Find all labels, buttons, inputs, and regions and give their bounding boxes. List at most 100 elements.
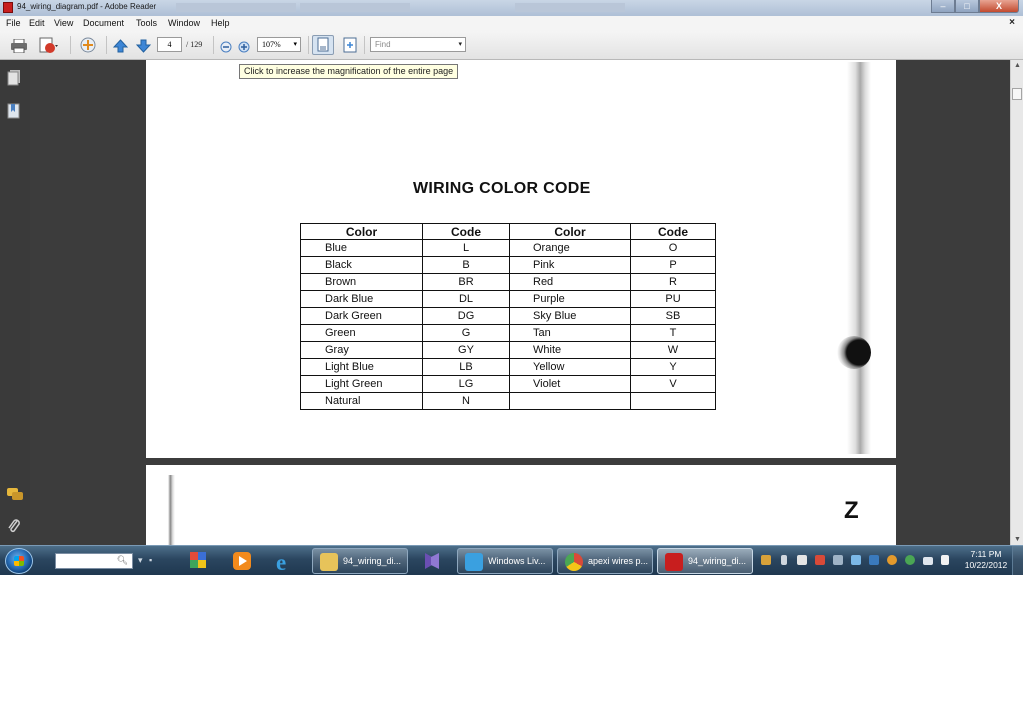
close-button[interactable]: X: [979, 0, 1019, 13]
menu-view[interactable]: View: [54, 18, 73, 28]
menu-edit[interactable]: Edit: [29, 18, 45, 28]
tray-display-icon[interactable]: [833, 555, 843, 565]
zoom-in-icon[interactable]: [238, 40, 250, 53]
table-row: Dark Green DG Sky Blue SB: [300, 307, 716, 325]
windows-logo-icon: [14, 556, 24, 566]
action-center-flag-icon[interactable]: [941, 555, 949, 565]
collaborate-icon[interactable]: [78, 37, 98, 54]
cell-color: Gray: [300, 341, 423, 359]
taskbar-button-windows-live[interactable]: Windows Liv...: [457, 548, 553, 574]
tray-app-icon[interactable]: [761, 555, 771, 565]
table-row: Dark Blue DL Purple PU: [300, 290, 716, 308]
tray-sync-icon[interactable]: [905, 555, 915, 565]
pdf-page: [146, 465, 896, 545]
column-header-color: Color: [509, 223, 631, 240]
cell-color: Red: [509, 273, 631, 291]
tray-update-icon[interactable]: [851, 555, 861, 565]
taskbar-button-label: 94_wiring_di...: [343, 556, 402, 566]
vertical-scrollbar[interactable]: ▲ ▼: [1010, 60, 1023, 545]
bookmarks-icon[interactable]: [7, 103, 21, 119]
menu-document[interactable]: Document: [83, 18, 124, 28]
table-row: Brown BR Red R: [300, 273, 716, 291]
table-row: Gray GY White W: [300, 341, 716, 359]
fit-page-icon[interactable]: [312, 35, 334, 55]
taskbar-button-adobe-reader[interactable]: 94_wiring_di...: [657, 548, 753, 574]
print-icon[interactable]: [10, 38, 28, 54]
show-desktop-button[interactable]: [1012, 546, 1023, 575]
clock-time: 7:11 PM: [970, 549, 1002, 559]
scrollbar-thumb[interactable]: [1012, 88, 1022, 100]
cell-code: R: [630, 273, 716, 291]
title-bar-ghost-text: [515, 3, 625, 12]
find-input[interactable]: Find ▾: [370, 37, 466, 52]
cell-code: G: [422, 324, 510, 342]
zoom-out-icon[interactable]: [220, 40, 232, 53]
cell-code: N: [422, 392, 510, 410]
close-document-icon[interactable]: ×: [1009, 17, 1015, 28]
fit-width-icon[interactable]: [341, 37, 359, 54]
menu-tools[interactable]: Tools: [136, 18, 157, 28]
visual-studio-icon[interactable]: [419, 549, 449, 573]
cell-color: Dark Blue: [300, 290, 423, 308]
start-button[interactable]: [5, 548, 33, 574]
comments-icon[interactable]: [7, 488, 23, 504]
tray-monitor-icon[interactable]: [869, 555, 879, 565]
create-pdf-icon[interactable]: [38, 37, 60, 54]
cell-color: Blue: [300, 239, 423, 257]
navigation-panel: [0, 60, 31, 545]
document-title: WIRING COLOR CODE: [413, 180, 591, 197]
chevron-down-icon: ▾: [293, 40, 297, 48]
cell-color: Green: [300, 324, 423, 342]
taskbar-button-chrome[interactable]: apexi wires p...: [557, 548, 653, 574]
media-player-icon[interactable]: [229, 549, 259, 573]
taskbar-button-explorer[interactable]: 94_wiring_di...: [312, 548, 408, 574]
menu-help[interactable]: Help: [211, 18, 230, 28]
attachments-icon[interactable]: [7, 518, 21, 534]
cell-code: W: [630, 341, 716, 359]
svg-text:e: e: [276, 550, 286, 573]
menu-window[interactable]: Window: [168, 18, 200, 28]
previous-page-icon[interactable]: [112, 39, 129, 53]
gadget-arrow-icon[interactable]: ▾: [138, 555, 143, 566]
cell-code: PU: [630, 290, 716, 308]
internet-explorer-icon[interactable]: e: [273, 549, 303, 575]
page-number-input[interactable]: 4: [157, 37, 182, 52]
tray-security-icon[interactable]: [815, 555, 825, 565]
clock-date: 10/22/2012: [964, 560, 1008, 570]
taskbar-clock[interactable]: 7:11 PM 10/22/2012: [960, 549, 1012, 571]
cell-color: Dark Green: [300, 307, 423, 325]
taskbar-search-input[interactable]: 🔍︎: [55, 553, 133, 569]
cell-color: [509, 392, 631, 410]
cell-color: Sky Blue: [509, 307, 631, 325]
gadget-square-icon[interactable]: ▪: [149, 555, 152, 565]
cell-code: GY: [422, 341, 510, 359]
tray-device-icon[interactable]: [797, 555, 807, 565]
cell-code: P: [630, 256, 716, 274]
chrome-icon: [565, 553, 583, 571]
taskbar-button-label: Windows Liv...: [488, 556, 546, 566]
next-page-icon[interactable]: [135, 39, 152, 53]
menu-file[interactable]: File: [6, 18, 21, 28]
cell-code: LG: [422, 375, 510, 393]
cell-color: Natural: [300, 392, 423, 410]
adobe-reader-icon: [3, 2, 13, 13]
scroll-down-icon[interactable]: ▼: [1014, 536, 1021, 543]
zoom-level-select[interactable]: 107% ▾: [257, 37, 301, 52]
adobe-reader-window: 94_wiring_diagram.pdf - Adobe Reader – □…: [0, 0, 1023, 575]
cell-color: Tan: [509, 324, 631, 342]
rubiks-app-icon[interactable]: [185, 549, 215, 573]
cell-color: Pink: [509, 256, 631, 274]
title-bar[interactable]: 94_wiring_diagram.pdf - Adobe Reader – □…: [0, 0, 1023, 16]
column-header-color: Color: [300, 223, 423, 240]
cell-color: Yellow: [509, 358, 631, 376]
minimize-button[interactable]: –: [931, 0, 955, 13]
scroll-up-icon[interactable]: ▲: [1014, 62, 1021, 69]
maximize-button[interactable]: □: [955, 0, 979, 13]
network-signal-icon[interactable]: [923, 557, 933, 565]
cell-code: SB: [630, 307, 716, 325]
cell-color: White: [509, 341, 631, 359]
show-hidden-icons-icon[interactable]: [781, 555, 787, 565]
table-row: Green G Tan T: [300, 324, 716, 342]
pages-icon[interactable]: [7, 70, 21, 86]
tray-app-icon[interactable]: [887, 555, 897, 565]
